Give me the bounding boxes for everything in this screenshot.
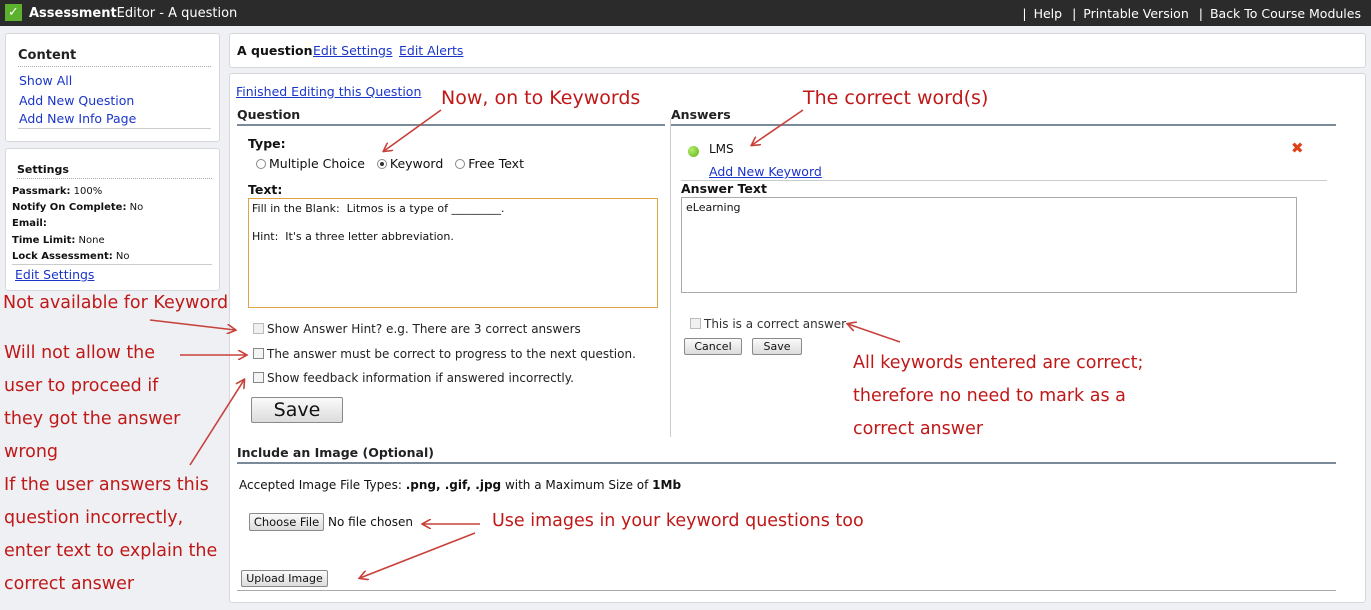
arrow bbox=[189, 380, 244, 466]
arrow bbox=[149, 319, 235, 330]
annotation-arrows bbox=[149, 109, 901, 610]
arrow bbox=[752, 109, 804, 145]
arrow bbox=[848, 324, 901, 343]
arrow bbox=[384, 109, 442, 151]
arrow bbox=[360, 532, 476, 578]
